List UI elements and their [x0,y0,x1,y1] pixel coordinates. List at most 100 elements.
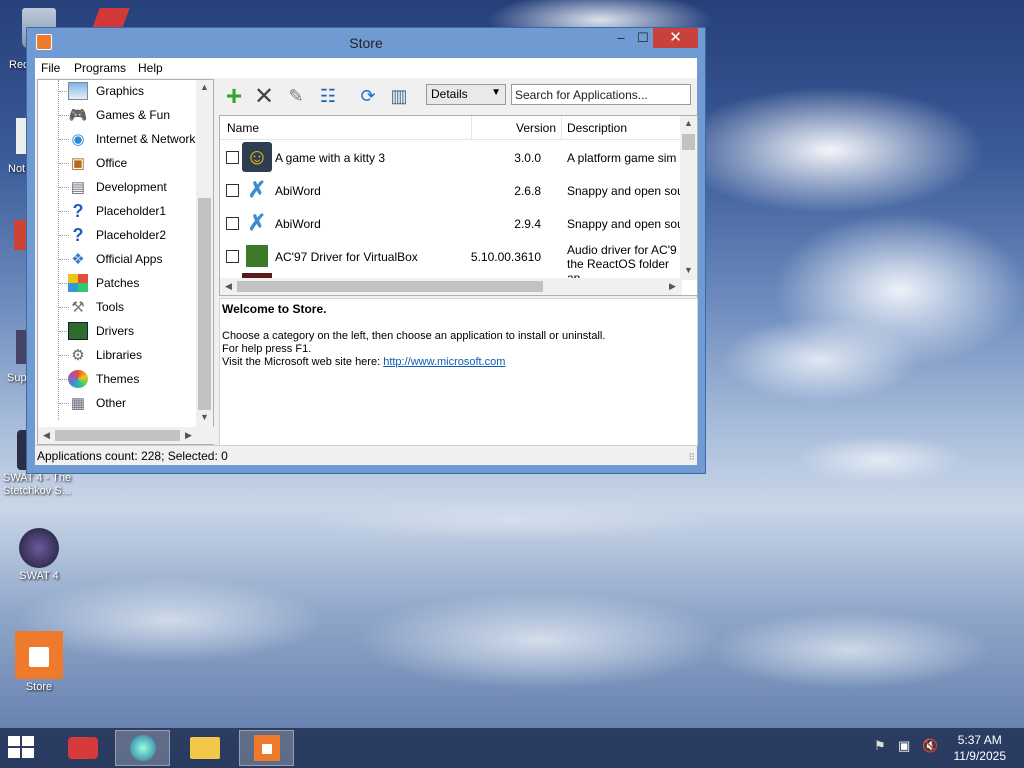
list-row[interactable]: ✗ AbiWord 2.9.4 Snappy and open sou [220,207,682,240]
action-center-flag-icon[interactable]: ⚑ [874,738,886,754]
application-list[interactable]: Name Version Description ☺ A game with a… [219,115,698,296]
volume-muted-icon[interactable]: 🔇 [922,738,938,754]
desktop-partial-label-notes: Not [8,163,26,175]
network-icon[interactable]: ▣ [898,738,910,754]
category-label: Drivers [96,324,134,338]
tree-vertical-scrollbar[interactable]: ▲ ▼ [196,80,213,427]
scroll-down-arrow-icon[interactable]: ▼ [196,412,213,422]
clock[interactable]: 5:37 AM 11/9/2025 [954,732,1007,764]
microsoft-link[interactable]: http://www.microsoft.com [383,356,505,368]
category-games-fun[interactable]: 🎮 Games & Fun [68,104,170,126]
scroll-up-arrow-icon[interactable]: ▲ [680,118,697,128]
category-drivers[interactable]: Drivers [68,320,134,342]
close-button[interactable]: ✕ [653,28,698,48]
taskbar-app-reactos[interactable] [55,730,110,766]
update-db-icon[interactable]: ▥ [385,83,413,109]
menu-programs[interactable]: Programs [74,61,126,75]
windows-logo-icon [8,748,20,758]
list-horizontal-scrollbar[interactable]: ◀ ▶ [220,278,682,295]
desktop-icon-store[interactable]: Store [4,631,74,694]
welcome-heading: Welcome to Store. [222,302,327,316]
abiword-icon: ✗ [247,210,267,235]
category-development[interactable]: ▤ Development [68,176,167,198]
menu-help[interactable]: Help [138,61,163,75]
scroll-thumb[interactable] [198,198,211,410]
column-header-version[interactable]: Version [516,121,556,135]
category-label: Patches [96,276,140,290]
category-label: Other [96,396,127,410]
swat-game-icon [19,528,59,568]
store-bag-icon [15,631,63,679]
windows-logo-icon [22,736,34,746]
row-name: A game with a kitty 3 [275,151,386,165]
tree-horizontal-scrollbar[interactable]: ◀ ▶ [38,427,214,444]
row-checkbox[interactable] [226,217,239,230]
list-row[interactable]: ✗ AbiWord 2.6.8 Snappy and open sou [220,174,682,207]
taskbar-app-store[interactable] [239,730,294,766]
category-label: Libraries [96,348,143,362]
scroll-up-arrow-icon[interactable]: ▲ [196,82,213,92]
scroll-right-arrow-icon[interactable]: ▶ [180,430,197,441]
column-header-description[interactable]: Description [567,121,627,135]
app-shortcut-icon[interactable] [92,8,130,28]
category-internet-network[interactable]: ◉ Internet & Network [68,128,195,150]
resize-grip-icon[interactable]: ⠿ [688,452,695,463]
category-label: Office [96,156,128,170]
scroll-thumb[interactable] [237,281,543,292]
column-header-name[interactable]: Name [227,121,259,135]
search-input[interactable]: Search for Applications... [511,84,691,105]
category-tree[interactable]: Graphics 🎮 Games & Fun ◉ Internet & Netw… [37,79,214,445]
scroll-thumb[interactable] [682,134,695,150]
scroll-left-arrow-icon[interactable]: ◀ [220,281,237,292]
category-libraries[interactable]: ⚙ Libraries [68,344,142,366]
scroll-down-arrow-icon[interactable]: ▼ [680,265,697,275]
scroll-right-arrow-icon[interactable]: ▶ [664,281,681,292]
windows-logo-icon [8,736,20,746]
kitty-game-icon: ☺ [242,142,272,172]
window-client: File Programs Help Graphics 🎮 Games & Fu… [35,58,698,465]
category-graphics[interactable]: Graphics [68,80,144,102]
refresh-icon[interactable]: ⟳ [354,83,382,109]
category-patches[interactable]: Patches [68,272,139,294]
view-mode-select[interactable]: Details ▼ [426,84,506,105]
tree-guide-line [58,80,59,420]
title-bar[interactable]: Store – ☐ ✕ [27,28,705,58]
row-description: Snappy and open sou [567,184,682,198]
row-checkbox[interactable] [226,151,239,164]
taskbar-app-browser[interactable] [115,730,170,766]
clock-date: 11/9/2025 [953,749,1007,763]
select-all-icon[interactable]: ☷ [314,83,342,109]
development-icon: ▤ [70,179,86,196]
taskbar-app-explorer[interactable] [177,730,232,766]
column-separator[interactable] [471,116,472,140]
category-label: Official Apps [96,252,163,266]
row-checkbox[interactable] [226,184,239,197]
status-text: Applications count: 228; Selected: 0 [37,449,228,463]
list-row[interactable]: ☺ A game with a kitty 3 3.0.0 A platform… [220,141,680,174]
column-separator[interactable] [561,116,562,140]
install-icon[interactable]: + [220,80,248,111]
internet-icon: ◉ [71,131,85,148]
office-icon: ▣ [70,155,86,172]
uninstall-icon[interactable]: ✕ [250,83,278,110]
chevron-down-icon: ▼ [491,87,501,98]
games-icon: 🎮 [68,107,88,124]
category-themes[interactable]: Themes [68,368,139,390]
modify-icon[interactable]: ✎ [282,83,310,109]
row-checkbox[interactable] [226,250,239,263]
row-name: AbiWord [275,184,321,198]
list-row[interactable]: AC'97 Driver for VirtualBox 5.10.00.3610… [220,240,680,285]
start-button[interactable] [8,736,38,760]
scroll-thumb[interactable] [55,430,180,441]
menu-file[interactable]: File [41,61,60,75]
list-vertical-scrollbar[interactable]: ▲ ▼ [680,116,697,280]
category-other[interactable]: ▦ Other [68,392,126,414]
category-official-apps[interactable]: ❖ Official Apps [68,248,162,270]
category-placeholder2[interactable]: ? Placeholder2 [68,224,167,246]
category-tools[interactable]: ⚒ Tools [68,296,124,318]
drivers-icon [68,322,88,340]
scroll-left-arrow-icon[interactable]: ◀ [38,430,55,441]
category-office[interactable]: ▣ Office [68,152,127,174]
category-placeholder1[interactable]: ? Placeholder1 [68,200,167,222]
desktop-icon-swat4[interactable]: SWAT 4 [4,528,74,583]
